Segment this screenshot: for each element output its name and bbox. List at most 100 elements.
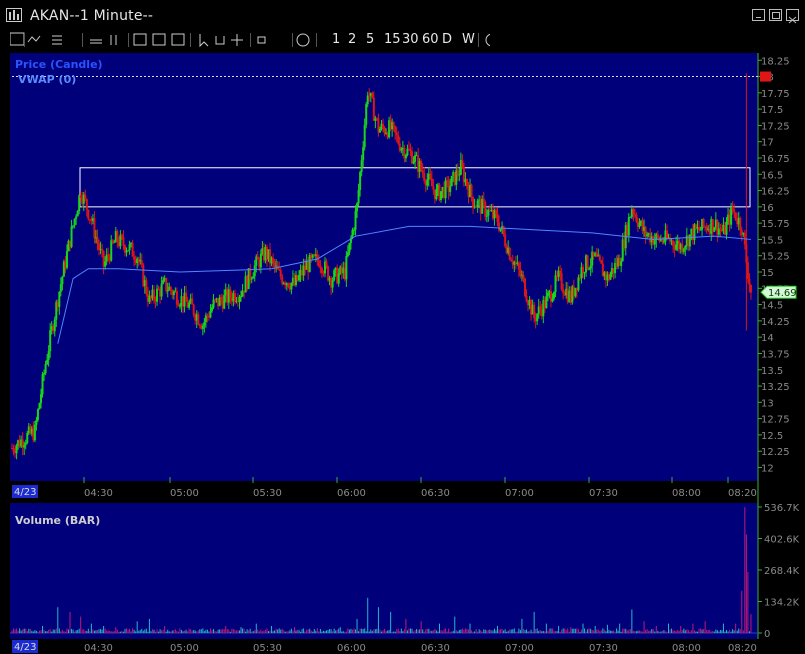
candle-body: [252, 276, 255, 279]
candle-body: [404, 154, 407, 159]
legend-vwap: VWAP (0): [18, 73, 76, 86]
crosshair-tool-icon[interactable]: [231, 34, 243, 46]
pointer-tool-icon[interactable]: [199, 34, 209, 48]
minimize-button[interactable]: [752, 9, 765, 21]
close-icon: [788, 16, 797, 24]
maximize-button[interactable]: [769, 9, 782, 21]
volume-y-tick-label: 536.7K: [764, 503, 800, 514]
title-bar: AKAN--1 Minute--: [0, 0, 805, 30]
candle-body: [731, 207, 734, 210]
zoom-fit-icon[interactable]: [171, 33, 185, 46]
candle-body: [192, 304, 195, 315]
candle-body: [165, 277, 168, 292]
candle-body: [739, 218, 742, 231]
candle-body: [582, 267, 585, 273]
hline-tool-icon[interactable]: [90, 39, 102, 44]
interval-button-5[interactable]: 5: [366, 30, 374, 50]
candle-body: [351, 230, 354, 238]
vline-tool-icon[interactable]: [110, 35, 117, 45]
candle-body: [281, 276, 284, 284]
zoom-in-icon[interactable]: [133, 33, 147, 46]
volume-pane-bg: [10, 503, 758, 639]
candle-body: [485, 215, 488, 217]
candle-body: [211, 307, 214, 311]
candle-body: [152, 289, 155, 300]
candle-body: [162, 280, 165, 284]
candle-body: [127, 250, 130, 252]
candle-body: [494, 210, 497, 214]
candle-body: [395, 132, 398, 136]
candle-body: [38, 403, 41, 410]
candle-body: [646, 234, 649, 237]
candle-body: [392, 122, 395, 126]
candle-body: [482, 198, 485, 203]
candle-body: [653, 240, 656, 245]
candle-body: [73, 218, 76, 226]
candle-body: [33, 424, 36, 441]
candle-type-icon[interactable]: [10, 32, 25, 46]
candle-body: [545, 296, 548, 308]
interval-button-2[interactable]: 2: [348, 30, 356, 50]
candle-body: [420, 161, 423, 171]
interval-button-D[interactable]: D: [442, 30, 452, 50]
candle-body: [116, 231, 119, 243]
price-pane-bg: [10, 53, 758, 481]
candle-body: [85, 199, 88, 210]
candle-body: [583, 272, 586, 274]
interval-button-W[interactable]: W: [462, 30, 475, 50]
volume-x-tick-label: 06:00: [337, 643, 366, 654]
y-tick-label: 12.25: [761, 447, 790, 458]
candle-body: [554, 275, 557, 293]
candle-body: [656, 234, 659, 237]
interval-button-30[interactable]: 30: [402, 30, 419, 50]
candle-body: [325, 261, 328, 267]
study-menu-icon[interactable]: [52, 35, 62, 45]
candle-body: [665, 230, 668, 238]
candle-body: [365, 104, 368, 125]
y-tick-label: 15.75: [761, 219, 790, 230]
candle-body: [156, 288, 159, 302]
candle-body: [662, 241, 665, 243]
shape-tool-icon[interactable]: [257, 36, 266, 44]
y-tick-label: 17: [761, 138, 774, 149]
candle-body: [533, 304, 536, 318]
volume-x-tick-label: 06:30: [421, 643, 450, 654]
candle-body: [348, 242, 351, 253]
y-tick-label: 17.25: [761, 121, 790, 132]
interval-button-1[interactable]: 1: [332, 30, 340, 50]
candle-body: [259, 253, 262, 268]
volume-x-tick-label: 07:00: [505, 643, 534, 654]
clock-icon[interactable]: [296, 33, 310, 47]
candle-body: [201, 325, 204, 329]
zoom-out-icon[interactable]: [152, 33, 166, 46]
volume-x-tick-label: 07:30: [589, 643, 618, 654]
candle-body: [620, 261, 623, 267]
y-tick-label: 16: [761, 203, 774, 214]
candle-body: [214, 299, 217, 301]
hand-tool-icon[interactable]: [215, 36, 225, 45]
candle-body: [449, 186, 452, 192]
candle-body: [499, 228, 502, 231]
cancel-icon[interactable]: [485, 33, 490, 47]
volume-x-tick-label: 05:30: [253, 643, 282, 654]
app-logo-icon: [6, 8, 22, 22]
candle-body: [65, 251, 68, 268]
candle-body: [256, 256, 259, 260]
interval-button-15[interactable]: 15: [384, 30, 401, 50]
close-button[interactable]: [786, 9, 799, 24]
volume-x-tick-label: 08:20: [728, 643, 757, 654]
interval-button-60[interactable]: 60: [422, 30, 439, 50]
candle-body: [363, 124, 366, 148]
candle-body: [253, 265, 256, 277]
candle-body: [35, 419, 38, 425]
candle-body: [229, 289, 232, 298]
candle-body: [41, 374, 44, 395]
candle-body: [333, 270, 336, 281]
y-tick-label: 13.75: [761, 349, 790, 360]
line-type-icon[interactable]: [27, 35, 41, 43]
candle-body: [698, 226, 701, 230]
candle-body: [382, 123, 384, 128]
candle-body: [699, 229, 702, 231]
y-tick-label: 17.5: [761, 105, 783, 116]
candle-body: [47, 351, 50, 360]
